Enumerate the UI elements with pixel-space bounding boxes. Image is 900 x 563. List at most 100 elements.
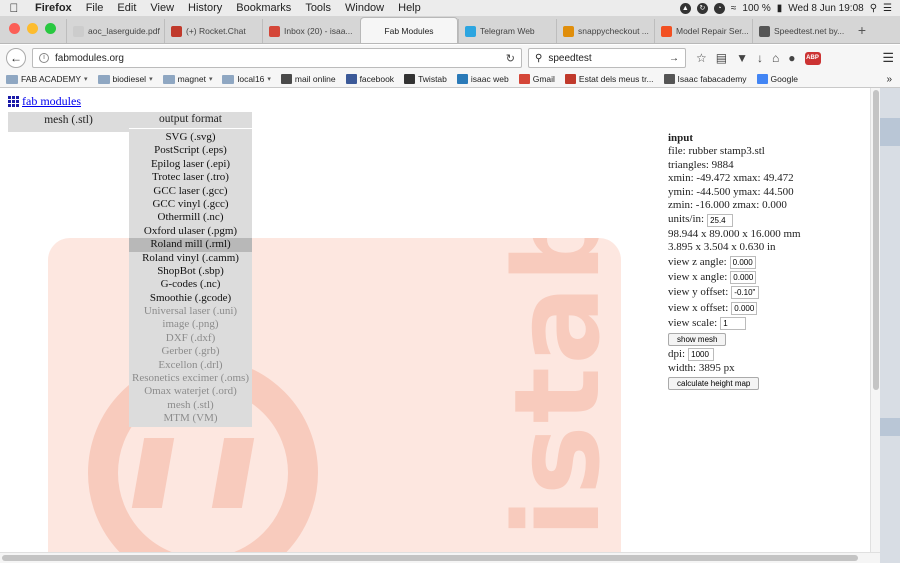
bookmark-10[interactable]: Isaac fabacademy <box>663 74 747 84</box>
format-option[interactable]: PostScript (.eps) <box>129 144 252 157</box>
tab-6[interactable]: Model Repair Ser... <box>654 19 752 43</box>
bookmark-5[interactable]: facebook <box>345 74 394 84</box>
format-option[interactable]: Oxford ulaser (.pgm) <box>129 225 252 238</box>
vertical-scroll-thumb[interactable] <box>873 90 879 390</box>
bookmark-8[interactable]: Gmail <box>518 74 555 84</box>
home-icon[interactable]: ⌂ <box>772 51 779 65</box>
bookmark-favicon-icon <box>404 74 416 84</box>
output-format-header[interactable]: output format <box>129 112 252 128</box>
reading-list-icon[interactable]: ▤ <box>716 51 727 65</box>
horizontal-scrollbar[interactable] <box>0 552 880 563</box>
show-mesh-button[interactable]: show mesh <box>668 332 727 346</box>
bookmark-label: Twistab <box>418 74 447 84</box>
zoom-window-icon[interactable] <box>45 23 56 34</box>
battery-percent[interactable]: 100 % <box>742 3 770 14</box>
chat-icon[interactable]: ● <box>788 51 795 65</box>
format-option[interactable]: Othermill (.nc) <box>129 211 252 224</box>
bookmark-3[interactable]: local16 ▾ <box>222 74 271 84</box>
url-text[interactable]: fabmodules.org <box>55 53 124 64</box>
wifi-icon[interactable]: ≈ <box>731 3 737 14</box>
horizontal-scroll-thumb[interactable] <box>2 555 858 561</box>
pocket-icon[interactable]: ▼ <box>736 51 748 65</box>
search-go-icon[interactable]: → <box>669 53 679 64</box>
menu-bookmarks[interactable]: Bookmarks <box>229 2 298 14</box>
view-x-offset-input[interactable] <box>731 301 758 315</box>
download-icon[interactable]: ↓ <box>757 51 763 65</box>
menu-app-name[interactable]: Firefox <box>28 2 79 14</box>
format-option[interactable]: GCC vinyl (.gcc) <box>129 198 252 211</box>
menu-bar:  Firefox File Edit View History Bookmar… <box>0 0 900 16</box>
bookmark-2[interactable]: magnet ▾ <box>162 74 212 84</box>
close-window-icon[interactable] <box>9 23 20 34</box>
bookmark-4[interactable]: mail online <box>280 74 336 84</box>
apple-icon[interactable]:  <box>0 1 28 15</box>
menu-history[interactable]: History <box>181 2 229 14</box>
format-option[interactable]: ShopBot (.sbp) <box>129 265 252 278</box>
bookmark-11[interactable]: Google <box>756 74 798 84</box>
bookmark-favicon-icon <box>663 74 675 84</box>
input-file: file: rubber stamp3.stl <box>668 145 765 158</box>
search-text[interactable]: speedtest <box>548 53 591 64</box>
bookmark-0[interactable]: FAB ACADEMY ▾ <box>6 74 88 84</box>
format-option[interactable]: Smoothie (.gcode) <box>129 292 252 305</box>
dropbox-icon[interactable]: ▲ <box>679 2 691 14</box>
view-y-offset-input[interactable] <box>731 286 760 300</box>
menu-window[interactable]: Window <box>338 2 391 14</box>
bookmarks-overflow-icon[interactable]: » <box>886 74 900 85</box>
search-bar[interactable]: ⚲ speedtest → <box>528 48 686 68</box>
bookmark-star-icon[interactable]: ☆ <box>696 51 707 65</box>
bookmark-label: FAB ACADEMY <box>21 74 81 84</box>
view-scale-input[interactable] <box>720 317 747 331</box>
folder-icon <box>222 74 235 84</box>
adblock-icon[interactable]: ABP <box>804 51 821 65</box>
bookmark-1[interactable]: biodiesel ▾ <box>97 74 153 84</box>
format-option[interactable]: Trotec laser (.tro) <box>129 171 252 184</box>
menu-edit[interactable]: Edit <box>110 2 143 14</box>
bookmark-7[interactable]: isaac web <box>456 74 509 84</box>
format-option[interactable]: Roland mill (.rml) <box>129 238 252 252</box>
input-panel: input file: rubber stamp3.stl triangles:… <box>668 132 868 391</box>
new-tab-button[interactable]: + <box>850 19 874 43</box>
sync-icon[interactable]: ↻ <box>696 2 708 14</box>
bookmark-6[interactable]: Twistab <box>404 74 447 84</box>
format-option[interactable]: SVG (.svg) <box>129 131 252 144</box>
fab-modules-link[interactable]: fab modules <box>22 94 81 109</box>
format-option[interactable]: Epilog laser (.epi) <box>129 158 252 171</box>
clock[interactable]: Wed 8 Jun 19:08 <box>788 3 863 14</box>
view-x-angle-input[interactable] <box>730 271 757 285</box>
units-input[interactable] <box>707 213 734 227</box>
bookmark-9[interactable]: Estat dels meus tr... <box>564 74 654 84</box>
menu-help[interactable]: Help <box>391 2 428 14</box>
info-icon[interactable]: i <box>39 53 49 63</box>
tab-4[interactable]: Telegram Web <box>458 19 556 43</box>
calculate-height-map-button[interactable]: calculate height map <box>668 376 760 390</box>
fab-modules-logo[interactable]: fab modules <box>8 94 81 109</box>
tab-5[interactable]: snappycheckout ... <box>556 19 654 43</box>
tab-2[interactable]: Inbox (20) - isaa... <box>262 19 360 43</box>
notification-center-icon[interactable]: ☰ <box>883 3 892 14</box>
reload-icon[interactable]: ↻ <box>506 52 515 65</box>
tab-3[interactable]: Fab Modules <box>360 17 458 43</box>
menu-view[interactable]: View <box>143 2 181 14</box>
menu-file[interactable]: File <box>79 2 111 14</box>
view-z-angle-input[interactable] <box>729 255 756 269</box>
input-format-button[interactable]: mesh (.stl) <box>8 112 129 132</box>
format-option[interactable]: G-codes (.nc) <box>129 278 252 291</box>
tab-0[interactable]: aoc_laserguide.pdf <box>66 19 164 43</box>
format-option[interactable]: GCC laser (.gcc) <box>129 185 252 198</box>
menu-tools[interactable]: Tools <box>298 2 338 14</box>
vertical-scrollbar[interactable] <box>870 88 880 552</box>
url-bar[interactable]: i fabmodules.org ↻ <box>32 48 522 68</box>
spotlight-icon[interactable]: ⚲ <box>870 3 877 14</box>
menu-hamburger-icon[interactable]: ☰ <box>882 50 894 66</box>
show-mesh-row: show mesh <box>668 331 868 346</box>
dpi-input[interactable] <box>688 348 715 362</box>
minimize-window-icon[interactable] <box>27 23 38 34</box>
format-option[interactable]: Roland vinyl (.camm) <box>129 252 252 265</box>
battery-icon[interactable]: ▮ <box>777 3 783 14</box>
time-machine-icon[interactable]: ◔ <box>713 2 725 14</box>
tab-1[interactable]: (+) Rocket.Chat <box>164 19 262 43</box>
bookmark-favicon-icon <box>518 74 530 84</box>
tab-7[interactable]: Speedtest.net by... <box>752 19 850 43</box>
back-button[interactable]: ← <box>6 48 26 68</box>
